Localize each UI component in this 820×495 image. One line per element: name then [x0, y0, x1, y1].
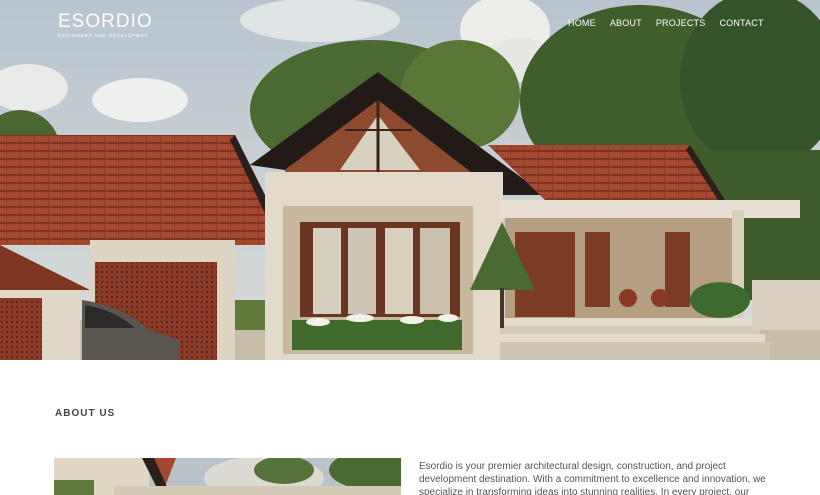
nav-item-about[interactable]: ABOUT — [610, 18, 642, 28]
nav-item-contact[interactable]: CONTACT — [719, 18, 763, 28]
hero-house-image — [0, 0, 820, 360]
about-description: Esordio is your premier architectural de… — [419, 461, 766, 495]
about-image — [54, 458, 401, 495]
brand-name: ESORDIO — [58, 11, 153, 32]
nav-item-home[interactable]: HOME — [568, 18, 596, 28]
hero-banner: ESORDIO DESIGNERS AND DEVELOPERS HOME AB… — [0, 0, 820, 360]
brand-logo[interactable]: ESORDIO DESIGNERS AND DEVELOPERS — [58, 12, 153, 39]
about-heading: ABOUT US — [55, 408, 116, 419]
brand-tagline: DESIGNERS AND DEVELOPERS — [58, 33, 149, 38]
nav-item-projects[interactable]: PROJECTS — [656, 18, 706, 28]
main-nav: HOME ABOUT PROJECTS CONTACT — [568, 18, 764, 28]
